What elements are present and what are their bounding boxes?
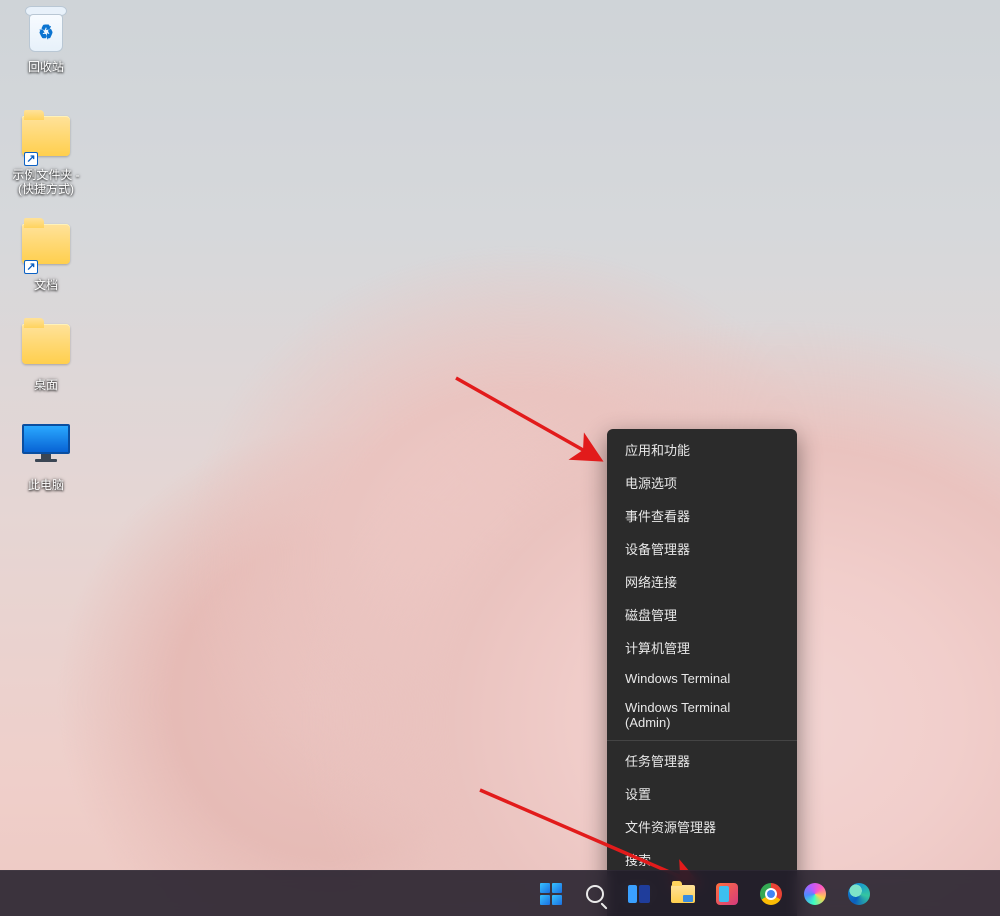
desktop-icon-sample-folder[interactable]: ↗ 示例文件夹 - (快捷方式) (6, 114, 86, 198)
menu-item-label: 计算机管理 (625, 638, 690, 657)
folder-icon (22, 324, 70, 372)
chrome-button[interactable] (754, 877, 788, 911)
menu-item-label: 磁盘管理 (625, 605, 677, 624)
shortcut-overlay-icon: ↗ (24, 152, 38, 166)
this-pc-icon (22, 424, 70, 472)
folder-icon: ↗ (22, 116, 70, 164)
desktop-icon-label: 文档 (34, 278, 58, 292)
desktop-icon-label: 示例文件夹 - (快捷方式) (7, 168, 85, 196)
recycle-bin-icon: ♻ (22, 6, 70, 54)
desktop-icon-desktop-folder[interactable]: 桌面 (6, 322, 86, 394)
folder-icon: ↗ (22, 224, 70, 272)
menu-item-task-manager[interactable]: 任务管理器 (611, 744, 793, 777)
desktop-icon-documents[interactable]: ↗ 文档 (6, 222, 86, 294)
menu-item-label: Windows Terminal (Admin) (625, 700, 779, 730)
menu-item-label: 网络连接 (625, 572, 677, 591)
menu-item-label: 设置 (625, 784, 651, 803)
menu-item-settings[interactable]: 设置 (611, 777, 793, 810)
menu-item-network-connections[interactable]: 网络连接 (611, 565, 793, 598)
taskbar (0, 870, 1000, 916)
app-icon (716, 883, 738, 905)
desktop: ♻ 回收站 ↗ 示例文件夹 - (快捷方式) ↗ 文档 桌面 此电脑 (0, 0, 1000, 916)
menu-item-power-options[interactable]: 电源选项 (611, 466, 793, 499)
menu-item-windows-terminal-admin[interactable]: Windows Terminal (Admin) (611, 693, 793, 737)
task-view-icon (628, 885, 650, 903)
menu-item-label: 搜索 (625, 850, 651, 869)
app-launcher-button[interactable] (710, 877, 744, 911)
folder-icon (671, 885, 695, 903)
menu-item-label: 文件资源管理器 (625, 817, 716, 836)
menu-item-disk-management[interactable]: 磁盘管理 (611, 598, 793, 631)
menu-item-event-viewer[interactable]: 事件查看器 (611, 499, 793, 532)
menu-item-label: 设备管理器 (625, 539, 690, 558)
windows-logo-icon (540, 883, 562, 905)
search-icon (586, 885, 604, 903)
menu-item-file-explorer[interactable]: 文件资源管理器 (611, 810, 793, 843)
desktop-icon-label: 此电脑 (28, 478, 64, 492)
menu-item-label: Windows Terminal (625, 671, 730, 686)
menu-separator (607, 740, 797, 741)
desktop-icon-this-pc[interactable]: 此电脑 (6, 422, 86, 494)
menu-item-label: 任务管理器 (625, 751, 690, 770)
task-view-button[interactable] (622, 877, 656, 911)
menu-item-apps-and-features[interactable]: 应用和功能 (611, 433, 793, 466)
desktop-icon-label: 回收站 (28, 60, 64, 74)
menu-item-label: 应用和功能 (625, 440, 690, 459)
search-button[interactable] (578, 877, 612, 911)
orb-app-button[interactable] (798, 877, 832, 911)
menu-item-computer-management[interactable]: 计算机管理 (611, 631, 793, 664)
menu-item-label: 电源选项 (625, 473, 677, 492)
menu-item-windows-terminal[interactable]: Windows Terminal (611, 664, 793, 693)
desktop-icon-label: 桌面 (34, 378, 58, 392)
shortcut-overlay-icon: ↗ (24, 260, 38, 274)
edge-icon (848, 883, 870, 905)
edge-button[interactable] (842, 877, 876, 911)
winx-context-menu: 应用和功能 电源选项 事件查看器 设备管理器 网络连接 磁盘管理 计算机管理 W… (607, 429, 797, 916)
desktop-icon-recycle-bin[interactable]: ♻ 回收站 (6, 6, 86, 76)
start-button[interactable] (534, 877, 568, 911)
file-explorer-button[interactable] (666, 877, 700, 911)
menu-item-device-manager[interactable]: 设备管理器 (611, 532, 793, 565)
taskbar-center-group (534, 877, 876, 911)
chrome-icon (760, 883, 782, 905)
menu-item-label: 事件查看器 (625, 506, 690, 525)
orb-icon (804, 883, 826, 905)
